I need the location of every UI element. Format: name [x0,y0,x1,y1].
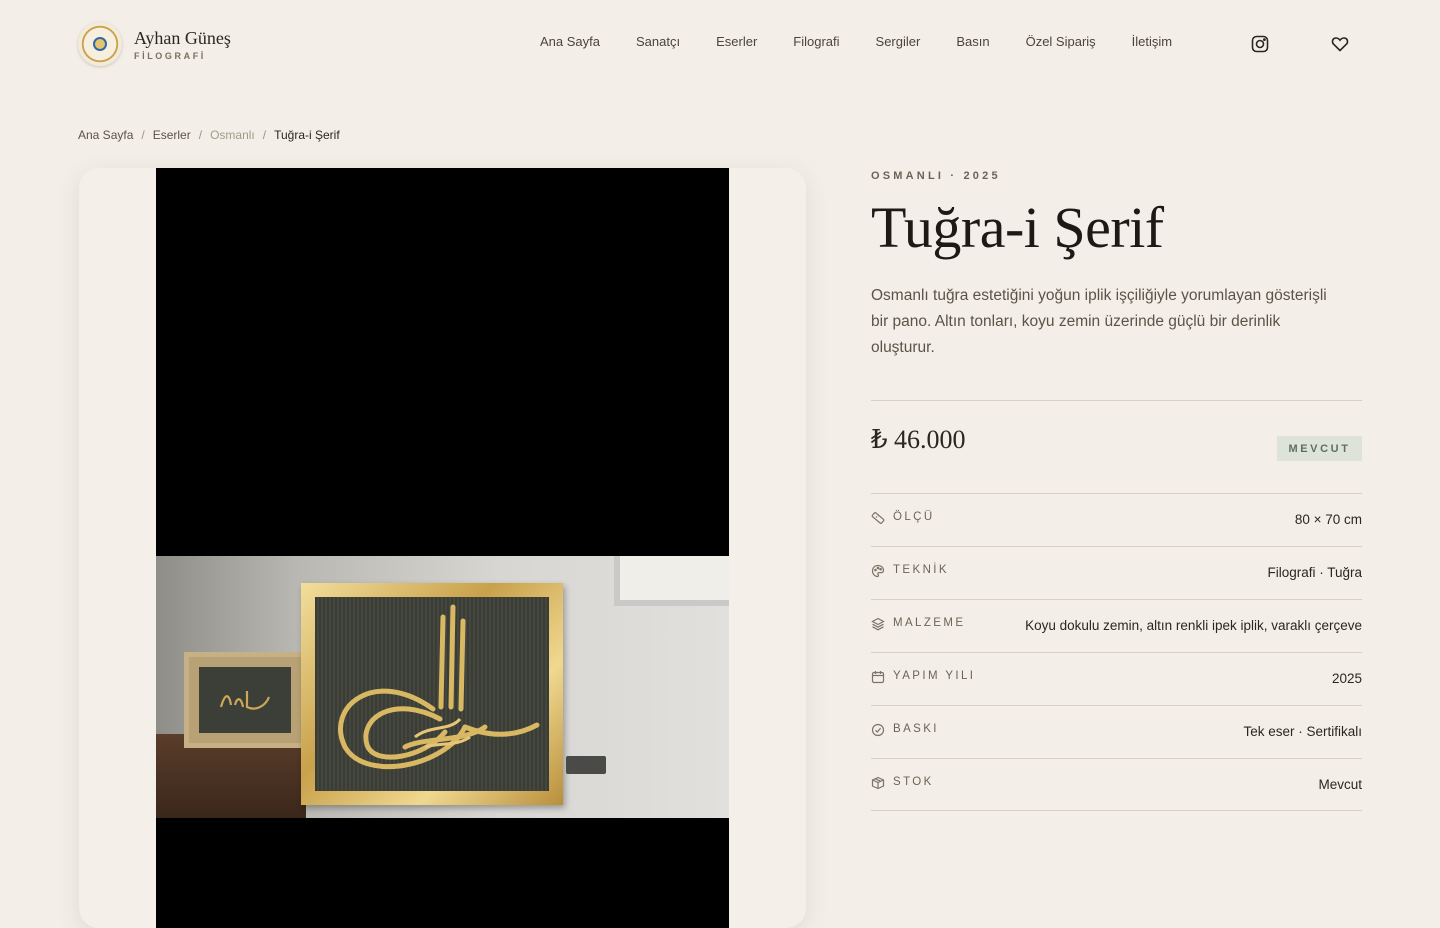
spec-row-stok: STOK Mevcut [871,758,1362,811]
nav-item-sanatci[interactable]: Sanatçı [636,34,680,49]
ruler-icon [871,511,885,525]
main-nav: Ana Sayfa Sanatçı Eserler Filografi Serg… [540,34,1208,49]
brand-name: Ayhan Güneş [134,27,231,48]
spec-label: BASKI [893,723,939,735]
spec-value: Koyu dokulu zemin, altın renkli ipek ipl… [1025,618,1362,633]
tugra-artwork-frame [301,583,563,805]
spec-label: MALZEME [893,617,966,629]
product-image-card[interactable] [79,168,806,928]
nav-item-basin[interactable]: Basın [956,34,989,49]
brand-logo[interactable]: Ayhan Güneş FİLOGRAFİ [78,22,231,66]
spec-value: Filografi · Tuğra [1267,565,1362,580]
nav-item-ozel-siparis[interactable]: Özel Sipariş [1026,34,1096,49]
spec-label: TEKNİK [893,564,949,576]
background-frame [614,556,729,606]
product-title: Tuğra-i Şerif [871,195,1164,260]
divider [871,400,1362,401]
spec-row-teknik: TEKNİK Filografi · Tuğra [871,546,1362,599]
spec-label: ÖLÇÜ [893,511,935,523]
calendar-icon [871,670,885,684]
photo-scene [156,556,729,818]
site-header: Ayhan Güneş FİLOGRAFİ Ana Sayfa Sanatçı … [0,0,1440,88]
nav-item-eserler[interactable]: Eserler [716,34,757,49]
spec-label: STOK [893,776,934,788]
breadcrumb: Ana Sayfa / Eserler / Osmanlı / Tuğra-i … [78,128,340,142]
small-artwork-frame [184,652,306,748]
nav-item-ana-sayfa[interactable]: Ana Sayfa [540,34,600,49]
breadcrumb-item-osmanli[interactable]: Osmanlı [210,128,255,142]
breadcrumb-separator: / [141,128,145,142]
spec-row-baski: BASKI Tek eser · Sertifikalı [871,705,1362,758]
nav-item-iletisim[interactable]: İletişim [1132,34,1172,49]
breadcrumb-item-current: Tuğra-i Şerif [274,128,340,142]
spec-row-malzeme: MALZEME Koyu dokulu zemin, altın renkli … [871,599,1362,652]
brand-text: Ayhan Güneş FİLOGRAFİ [134,28,231,61]
spec-value: Mevcut [1318,777,1362,792]
availability-badge: MEVCUT [1277,436,1362,461]
spec-value: 2025 [1331,671,1362,686]
brand-subtitle: FİLOGRAFİ [134,50,206,61]
spec-list: ÖLÇÜ 80 × 70 cm TEKNİK Filografi · Tuğra… [871,493,1362,811]
layers-icon [871,617,885,631]
box-icon [871,776,885,790]
instagram-icon[interactable] [1250,34,1270,54]
breadcrumb-item-eserler[interactable]: Eserler [153,128,191,142]
heart-icon[interactable] [1330,34,1350,54]
logo-seal-icon [78,22,122,66]
spec-value: Tek eser · Sertifikalı [1243,724,1362,739]
spec-row-yapim-yili: YAPIM YILI 2025 [871,652,1362,705]
product-description: Osmanlı tuğra estetiğini yoğun iplik işç… [871,287,1327,356]
check-circle-icon [871,723,885,737]
breadcrumb-separator: / [198,128,203,142]
spec-label: YAPIM YILI [893,670,976,682]
product-price: ₺ 46.000 [871,425,966,454]
palette-icon [871,564,885,578]
product-photo [156,168,729,928]
nav-item-sergiler[interactable]: Sergiler [876,34,921,49]
wall-outlet [566,756,606,774]
spec-row-olcu: ÖLÇÜ 80 × 70 cm [871,493,1362,546]
nav-item-filografi[interactable]: Filografi [793,34,839,49]
breadcrumb-separator: / [262,128,267,142]
spec-value: 80 × 70 cm [1294,512,1362,527]
product-meta: OSMANLI · 2025 [871,170,1001,182]
breadcrumb-item-home[interactable]: Ana Sayfa [78,128,133,142]
